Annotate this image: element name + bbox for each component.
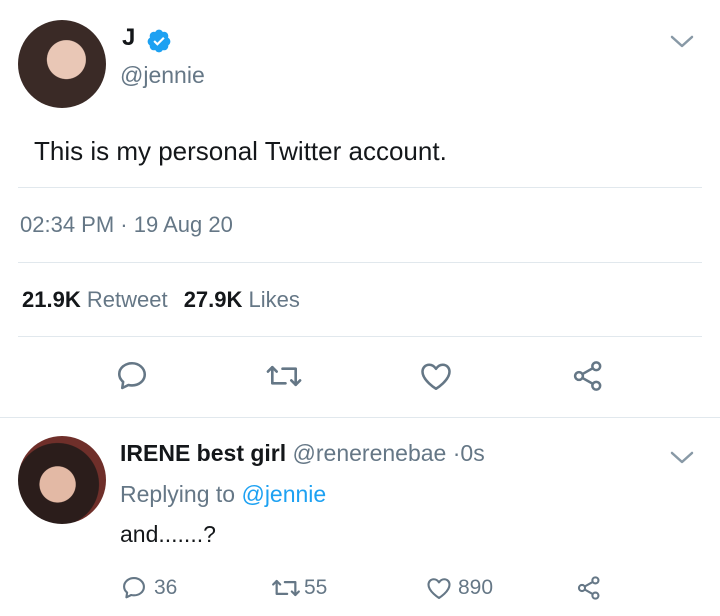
retweet-label: Retweet [86,287,168,312]
retweet-count: 21.9K [22,287,81,312]
tweet-date: 19 Aug 20 [133,212,233,237]
replying-to-handle[interactable]: @jennie [241,481,326,507]
replying-to-label: Replying to [120,481,236,507]
like-icon [424,574,454,602]
reply-like-button[interactable]: 890 [424,574,493,602]
divider [18,262,702,263]
likes-stat[interactable]: 27.9K Likes [184,287,300,312]
reply-retweet-count: 55 [304,576,328,599]
share-icon [569,358,607,394]
reply-header: IRENE best girl @renerenebae ·0s [120,440,485,467]
tweet-time: 02:34 PM [20,212,115,237]
verified-badge-icon [146,28,172,54]
like-count: 27.9K [183,287,243,312]
reply-time[interactable]: 0s [460,440,484,466]
reply-count: 36 [154,576,178,599]
main-tweet-header: J [122,24,172,54]
chevron-down-icon[interactable] [668,32,696,52]
divider [18,187,702,188]
tweet-stats: 21.9K Retweet 27.9K Likes [22,287,300,313]
retweet-icon [270,574,302,602]
tweet-timestamp[interactable]: 02:34 PM · 19 Aug 20 [20,212,233,238]
section-divider [0,417,720,418]
reply-retweet-button[interactable]: 55 [270,574,327,602]
avatar[interactable] [18,20,106,108]
retweet-icon [265,358,303,394]
reply-reply-button[interactable]: 36 [120,574,177,602]
reply-share-button[interactable] [574,574,604,602]
like-icon [417,358,455,394]
retweet-button[interactable] [262,354,306,398]
like-button[interactable] [414,354,458,398]
retweets-stat[interactable]: 21.9K Retweet [22,287,174,312]
reply-like-count: 890 [458,576,494,599]
reply-icon [120,574,148,602]
replying-to: Replying to @jennie [120,481,326,508]
reply-chevron-down-icon[interactable] [668,448,696,468]
meta-separator: · [120,212,128,237]
handle[interactable]: @jennie [120,62,205,89]
share-icon [574,574,604,602]
share-button[interactable] [566,354,610,398]
reply-handle[interactable]: @renerenebae [293,440,447,466]
like-label: Likes [248,287,300,312]
reply-icon [114,358,150,394]
reply-button[interactable] [110,354,154,398]
tweet-text: This is my personal Twitter account. [34,136,447,166]
reply-display-name[interactable]: IRENE best girl [120,440,286,466]
display-name[interactable]: J [122,24,135,51]
divider [18,336,702,337]
reply-avatar[interactable] [18,436,106,524]
reply-text: and.......? [120,521,216,547]
